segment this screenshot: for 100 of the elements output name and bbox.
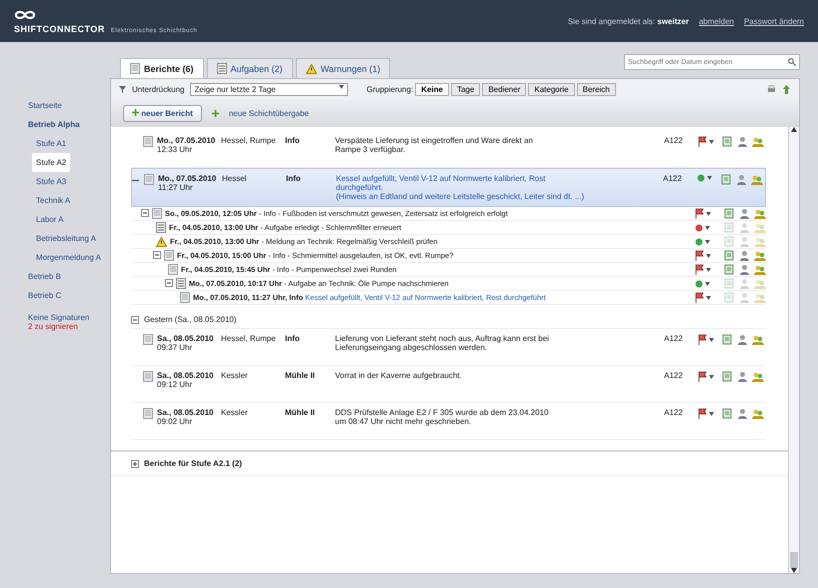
report-date: Mo., 07.05.2010 12:33 Uhr (157, 136, 216, 154)
new-report-button[interactable]: neuer Bericht (123, 105, 202, 122)
flag-icon[interactable] (695, 292, 704, 303)
signature-alert[interactable]: 2 zu signieren (28, 322, 78, 331)
scroll-thumb[interactable] (790, 552, 798, 568)
user-icon[interactable] (736, 174, 747, 185)
users-icon[interactable] (751, 174, 763, 185)
note-icon[interactable] (722, 408, 733, 419)
grouping-option[interactable]: Tage (450, 83, 480, 96)
caret-icon[interactable] (339, 85, 344, 89)
note-icon[interactable] (722, 136, 733, 147)
users-icon[interactable] (752, 371, 764, 382)
collapse-icon[interactable] (141, 208, 149, 216)
sidebar-item[interactable]: Betriebsleitung A (32, 229, 100, 248)
sidebar-item[interactable]: Betrieb Alpha (24, 115, 84, 134)
report-author: Hessel (222, 174, 248, 183)
tab[interactable]: Aufgaben (2) (206, 58, 293, 78)
caret-icon[interactable] (709, 374, 714, 378)
sidebar-item[interactable]: Betrieb C (24, 286, 66, 305)
plus-icon (212, 110, 219, 117)
user-icon[interactable] (737, 334, 748, 345)
sidebar-item[interactable]: Betrieb B (24, 267, 65, 286)
export-icon[interactable] (782, 85, 791, 94)
users-icon[interactable] (752, 334, 764, 345)
note-icon[interactable] (724, 250, 735, 261)
sidebar-item[interactable]: Stufe A2 (32, 153, 70, 172)
report-row[interactable]: Sa., 08.05.2010 09:02 Uhr Kessler Mühle II DDS Prüfstelle Anlage E2 / F 305 wurde ab dem 23.04.2010 um 08:47 Uhr nicht mehr geschrieben. A122 (131, 403, 766, 440)
collapse-icon[interactable] (131, 316, 139, 324)
note-icon[interactable] (724, 208, 735, 219)
sidebar-item[interactable]: Morgenmeldung A (32, 248, 105, 267)
document-icon (143, 371, 153, 382)
flag-icon[interactable] (695, 264, 704, 275)
area-code: A122 (664, 408, 684, 417)
grouping-option[interactable]: Bereich (576, 83, 616, 96)
flag-icon[interactable] (695, 250, 704, 261)
status-dot[interactable] (695, 280, 703, 288)
caret-icon[interactable] (706, 268, 711, 272)
note-icon[interactable] (722, 334, 733, 345)
grouping-option[interactable]: Keine (415, 83, 449, 96)
document-icon (143, 136, 153, 147)
caret-icon[interactable] (706, 296, 711, 300)
status-dot[interactable] (695, 224, 703, 232)
users-icon[interactable] (752, 408, 764, 419)
collapse-icon[interactable] (132, 179, 139, 182)
sidebar-item[interactable]: Startseite (24, 96, 66, 115)
report-row[interactable]: Sa., 08.05.2010 09:12 Uhr Kessler Mühle II Vorrat in der Kaverne aufgebraucht. A122 (131, 366, 766, 403)
sidebar-item[interactable]: Labor A (32, 210, 68, 229)
flag-icon[interactable] (698, 334, 707, 345)
search-icon[interactable] (788, 58, 796, 66)
note-icon[interactable] (724, 264, 735, 275)
flag-icon[interactable] (698, 371, 707, 382)
new-handover-link[interactable]: neue Schichtübergabe (228, 109, 309, 118)
group-title[interactable]: Gestern (Sa., 08.05.2010) (144, 315, 236, 324)
user-icon[interactable] (739, 250, 750, 261)
caret-icon[interactable] (707, 176, 712, 180)
grouping-option[interactable]: Kategorie (528, 83, 575, 96)
user-icon[interactable] (737, 371, 748, 382)
report-row[interactable]: Sa., 08.05.2010 09:37 Uhr Hessel, Rumpe Info Lieferung von Lieferant steht noch aus, Auftrag kann erst bei Lieferungseingang abgeschlossen werden. A122 (131, 329, 766, 366)
caret-icon[interactable] (705, 282, 710, 286)
sidebar-item[interactable]: Stufe A3 (32, 172, 70, 191)
report-author: Kessler (221, 408, 249, 417)
note-icon[interactable] (722, 371, 733, 382)
flag-icon[interactable] (698, 136, 707, 147)
user-icon[interactable] (737, 408, 748, 419)
caret-icon[interactable] (705, 240, 710, 244)
users-icon[interactable] (754, 250, 766, 261)
grouping-option[interactable]: Bediener (482, 83, 526, 96)
expand-icon[interactable] (131, 460, 139, 468)
users-icon[interactable] (754, 264, 766, 275)
filter-dropdown[interactable]: Zeige nur letzte 2 Tage (190, 83, 348, 96)
login-status: Sie sind angemeldet als: sweitzer (568, 16, 689, 26)
note-icon[interactable] (721, 174, 732, 185)
group-title[interactable]: Berichte für Stufe A2.1 (2) (144, 459, 242, 468)
flag-icon[interactable] (698, 408, 707, 419)
caret-icon[interactable] (709, 140, 714, 144)
users-icon[interactable] (752, 136, 764, 147)
collapse-icon[interactable] (153, 250, 161, 258)
collapse-icon[interactable] (165, 278, 173, 286)
status-dot[interactable] (695, 238, 703, 246)
caret-icon[interactable] (709, 338, 714, 342)
caret-icon[interactable] (705, 226, 710, 230)
report-row[interactable]: Mo., 07.05.2010 11:27 Uhr Hessel Info Kessel aufgefüllt, Ventil V-12 auf Normwerte kalibriert, Rost durchgeführt. (Hinweis an Edtland und weitere Leitstelle geschickt, Leiter sind dt. ...) A122 (131, 168, 766, 207)
flag-icon[interactable] (695, 208, 704, 219)
caret-icon[interactable] (706, 212, 711, 216)
header-link[interactable]: Passwort ändern (744, 16, 804, 26)
user-icon[interactable] (739, 264, 750, 275)
users-icon[interactable] (754, 208, 766, 219)
tab[interactable]: Warnungen (1) (296, 58, 390, 78)
header-link[interactable]: abmelden (698, 16, 734, 26)
sidebar-item[interactable]: Technik A (32, 191, 74, 210)
signature-status[interactable]: Keine Signaturen (28, 313, 90, 322)
tab[interactable]: Berichte (6) (120, 58, 204, 78)
user-icon[interactable] (739, 208, 750, 219)
scrollbar[interactable] (788, 127, 799, 573)
sidebar-item[interactable]: Stufe A1 (32, 134, 70, 153)
status-dot[interactable] (697, 174, 705, 182)
user-icon[interactable] (737, 136, 748, 147)
caret-icon[interactable] (709, 412, 714, 416)
print-icon[interactable] (767, 85, 776, 94)
caret-icon[interactable] (706, 254, 711, 258)
